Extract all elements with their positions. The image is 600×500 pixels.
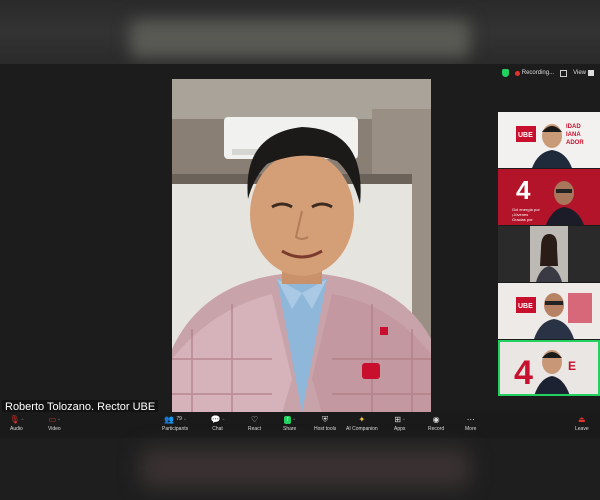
participants-icon: 👥 79 ^ [164,415,186,424]
chat-button[interactable]: 💬 ^ Chat [210,415,225,432]
view-button[interactable]: View [573,70,594,76]
participant-thumbnail[interactable] [498,226,600,282]
svg-text:IDAD: IDAD [566,124,581,130]
svg-text:ADOR: ADOR [566,140,584,146]
gallery-grid-icon[interactable] [560,69,568,77]
zoom-meeting-window: Recording... View Roberto Tolozano. Rect… [0,64,600,438]
microphone-muted-icon: 🎙 ^ [9,415,24,424]
svg-text:4: 4 [516,175,531,205]
participant-thumbnail[interactable]: UBE [498,283,600,339]
recording-dot-icon [514,70,520,76]
audio-button[interactable]: 🎙 ^ Audio [9,415,24,432]
video-button[interactable]: ▭ ^ Video [48,415,61,432]
react-button[interactable]: ♡ React [248,415,261,432]
view-layout-icon [588,70,594,76]
more-dots-icon: ⋯ [466,415,475,424]
participants-button[interactable]: 👥 79 ^ Participants [162,415,188,432]
shield-icon: ⛨ [322,415,329,424]
svg-text:4: 4 [514,354,533,392]
record-button[interactable]: ◉ Record [428,415,444,432]
ai-companion-button[interactable]: ✦ AI Companion [346,415,378,432]
blurred-background-bottom [0,438,600,500]
share-button[interactable]: ↑ ^ Share [283,415,296,432]
sparkle-icon: ✦ [358,415,366,424]
apps-icon: ⊞ ^ [394,415,405,424]
apps-button[interactable]: ⊞ ^ Apps [394,415,405,432]
share-screen-icon: ↑ ^ [284,415,296,424]
svg-text:UBE: UBE [518,132,533,139]
more-button[interactable]: ⋯ More [465,415,476,432]
meeting-toolbar: 🎙 ^ Audio ▭ ^ Video 👥 79 ^ Participants 💬 ^ C… [0,412,600,438]
svg-text:E: E [568,359,576,373]
blurred-background-top [0,0,600,64]
security-shield-icon[interactable] [501,69,509,77]
svg-text:Gracias por: Gracias por [512,217,533,222]
participant-thumbnail-active[interactable]: 4 E [498,340,600,396]
chat-icon: 💬 ^ [210,415,225,424]
active-speaker-video[interactable] [172,79,431,413]
recording-label: Recording... [521,70,555,76]
participant-thumbnails: UBE IDAD IANA ADOR 4 Gol energía por ¡Jó… [498,112,600,397]
svg-text:UBE: UBE [518,303,533,310]
participant-thumbnail[interactable]: UBE IDAD IANA ADOR [498,112,600,168]
host-tools-button[interactable]: ⛨ Host tools [314,415,336,432]
leave-icon: ⏏ [578,415,586,424]
record-icon: ◉ [432,415,440,424]
recording-indicator[interactable]: Recording... [514,70,555,76]
leave-button[interactable]: ⏏ Leave [575,415,589,432]
camera-off-icon: ▭ ^ [48,415,61,424]
participant-thumbnail[interactable]: 4 Gol energía por ¡Jóvenes Gracias por [498,169,600,225]
svg-text:IANA: IANA [566,132,581,138]
heart-icon: ♡ [250,415,259,424]
